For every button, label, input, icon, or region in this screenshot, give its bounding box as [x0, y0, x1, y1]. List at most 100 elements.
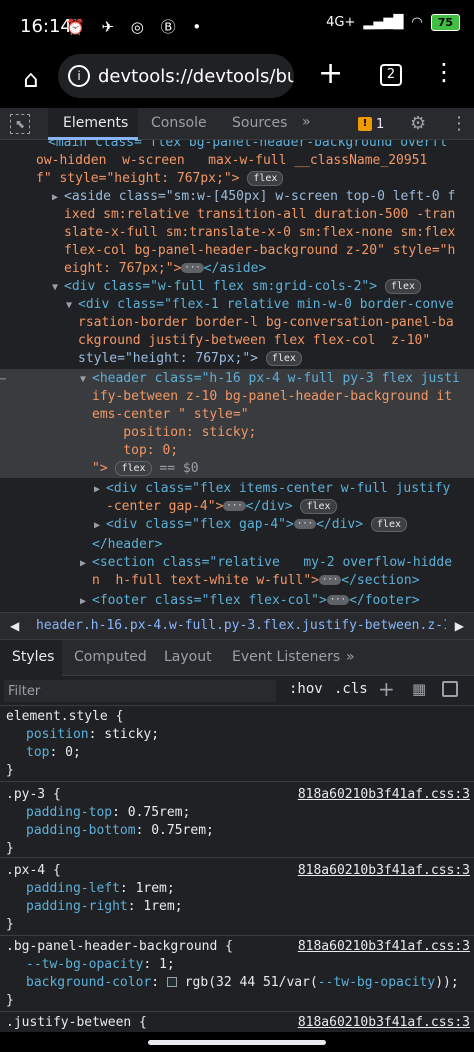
- more-menu-icon[interactable]: ⋮: [432, 58, 456, 86]
- dom-line[interactable]: ixed sm:relative transition-all duration…: [64, 206, 474, 224]
- collapsed-ellipsis[interactable]: ···: [293, 519, 317, 529]
- system-nav-bar: [0, 1032, 474, 1052]
- tab-sources[interactable]: Sources: [232, 115, 287, 131]
- dom-node-div[interactable]: ▶ <div class="flex items-center w-full ju…: [94, 480, 474, 499]
- collapsed-ellipsis[interactable]: ···: [326, 595, 350, 605]
- dom-line[interactable]: "> flex == $0: [92, 460, 474, 478]
- rule-selector[interactable]: element.style {: [6, 708, 123, 726]
- rule-declaration[interactable]: background-color: rgb(32 44 51/var(--tw-…: [26, 974, 459, 992]
- address-bar[interactable]: i devtools://devtools/bu: [58, 54, 294, 98]
- dom-line[interactable]: </header>: [92, 536, 474, 554]
- dom-line[interactable]: slate-x-full sm:translate-x-0 sm:flex-no…: [64, 224, 474, 242]
- battery-icon: 75: [430, 14, 460, 31]
- breadcrumb-path[interactable]: header.h-16.px-4.w-full.py-3.flex.justif…: [36, 618, 446, 633]
- rule-declaration[interactable]: padding-top: 0.75rem;: [26, 804, 190, 822]
- more-tabs-icon[interactable]: »: [346, 649, 355, 665]
- dom-line[interactable]: eight: 767px;"> ··· </aside>: [64, 260, 474, 278]
- rule-close: }: [6, 841, 14, 856]
- rule-source-link[interactable]: 818a60210b3f41af.css:3: [298, 862, 470, 880]
- home-gesture-pill[interactable]: [148, 1040, 326, 1045]
- rule-bg-panel-header-background: .bg-panel-header-background { 818a60210b…: [0, 936, 474, 1012]
- rule-declaration[interactable]: padding-right: 1rem;: [26, 898, 183, 916]
- dom-node-div[interactable]: ▼ <div class="flex-1 relative min-w-0 bor…: [66, 296, 474, 315]
- flex-badge[interactable]: flex: [115, 461, 152, 476]
- flex-badge[interactable]: flex: [370, 517, 407, 532]
- dom-line[interactable]: ckground justify-between flex flex-col z…: [78, 332, 474, 350]
- dom-line[interactable]: flex-col bg-panel-header-background z-20…: [64, 242, 474, 260]
- issues-counter[interactable]: ! 1: [352, 114, 390, 134]
- dom-line[interactable]: top: 0;: [92, 442, 474, 460]
- network-label: 4G+: [326, 15, 356, 30]
- gear-icon[interactable]: ⚙: [410, 113, 426, 134]
- rendering-emulation-icon[interactable]: ▦: [412, 680, 426, 698]
- more-tabs-icon[interactable]: »: [302, 114, 311, 130]
- dom-line[interactable]: -center gap-4"> ··· </div> flex: [106, 498, 474, 516]
- dom-line[interactable]: ow-hidden w-screen max-w-full __classNam…: [36, 152, 474, 170]
- home-icon[interactable]: ⌂: [14, 62, 48, 96]
- tab-elements[interactable]: Elements: [63, 115, 128, 131]
- devtools-menu-icon[interactable]: ⋮: [450, 113, 468, 134]
- signal-icon: ▂▄▆█: [363, 15, 404, 30]
- dom-line[interactable]: style="height: 767px;"> flex: [78, 350, 474, 368]
- scroll-right-icon[interactable]: ▶: [455, 619, 464, 633]
- rule-declaration[interactable]: position: sticky;: [26, 726, 159, 744]
- dom-line[interactable]: position: sticky;: [92, 424, 474, 442]
- toggle-sidebar-icon[interactable]: [442, 681, 458, 697]
- rule-source-link[interactable]: 818a60210b3f41af.css:3: [298, 938, 470, 956]
- tab-styles[interactable]: Styles: [12, 649, 54, 665]
- rule-selector[interactable]: .py-3 {: [6, 786, 61, 804]
- rule-declaration[interactable]: top: 0;: [26, 744, 81, 762]
- flex-badge[interactable]: flex: [384, 279, 421, 294]
- color-swatch[interactable]: [166, 977, 177, 987]
- collapsed-ellipsis[interactable]: ···: [181, 263, 204, 273]
- rule-element-style: element.style { position: sticky; top: 0…: [0, 706, 474, 782]
- rule-declaration[interactable]: padding-left: 1rem;: [26, 880, 175, 898]
- tab-computed[interactable]: Computed: [74, 649, 147, 665]
- dom-line[interactable]: ems-center " style=": [92, 406, 474, 424]
- expand-triangle-icon: ▶: [80, 558, 87, 569]
- collapsed-ellipsis[interactable]: ···: [318, 575, 342, 585]
- issues-count: 1: [376, 116, 385, 132]
- tab-layout[interactable]: Layout: [164, 649, 212, 665]
- dom-line[interactable]: f" style="height: 767px;"> flex: [36, 170, 474, 188]
- rule-selector[interactable]: .justify-between {: [6, 1014, 147, 1032]
- rule-declaration[interactable]: --tw-bg-opacity: 1;: [26, 956, 175, 974]
- rule-source-link[interactable]: 818a60210b3f41af.css:3: [298, 786, 470, 804]
- new-tab-icon[interactable]: +: [318, 56, 343, 91]
- scroll-left-icon[interactable]: ◀: [10, 619, 19, 633]
- dom-line[interactable]: n h-full text-white w-full"> ··· </section…: [92, 572, 474, 590]
- rule-selector[interactable]: .bg-panel-header-background {: [6, 938, 233, 956]
- filter-input[interactable]: [4, 680, 276, 702]
- flex-badge[interactable]: flex: [265, 351, 302, 366]
- dom-tree[interactable]: ⋯ <main class="flex bg-panel-header-back…: [0, 140, 474, 612]
- rule-declaration[interactable]: padding-bottom: 0.75rem;: [26, 822, 214, 840]
- cls-toggle[interactable]: .cls: [334, 681, 368, 697]
- tab-console[interactable]: Console: [151, 115, 207, 131]
- flex-badge[interactable]: flex: [247, 171, 284, 186]
- dom-node-aside[interactable]: ▶ <aside class="sm:w-[450px] w-screen top…: [52, 188, 474, 207]
- dom-line[interactable]: <main class="flex bg-panel-header-backgr…: [48, 140, 474, 152]
- dom-node-div[interactable]: ▼ <div class="w-full flex sm:grid-cols-2"…: [52, 278, 474, 297]
- filter-bar: :hov .cls + ▦: [0, 676, 474, 706]
- rule-justify-between: .justify-between { 818a60210b3f41af.css:…: [0, 1012, 474, 1032]
- notification-icons: ⏰ ✈ ◎ Ⓑ •: [66, 18, 208, 36]
- dom-line[interactable]: rsation-border border-l bg-conversation-…: [78, 314, 474, 332]
- hov-toggle[interactable]: :hov: [289, 681, 323, 697]
- rule-selector[interactable]: .px-4 {: [6, 862, 61, 880]
- inspect-element-icon[interactable]: ⬉: [10, 114, 30, 134]
- devtools-tabbar: ⬉ Elements Console Sources » ! 1 ⚙ ⋮: [0, 108, 474, 140]
- dom-node-section[interactable]: ▶ <section class="relative my-2 overflow-…: [80, 554, 474, 573]
- tab-event-listeners[interactable]: Event Listeners: [232, 649, 340, 665]
- collapsed-ellipsis[interactable]: ···: [223, 501, 246, 511]
- rule-source-link[interactable]: 818a60210b3f41af.css:3: [298, 1014, 470, 1032]
- dom-node-footer[interactable]: ▶ <footer class="flex flex-col"> ··· </foot…: [80, 592, 474, 611]
- rule-close: }: [6, 917, 14, 932]
- new-rule-icon[interactable]: +: [378, 677, 395, 701]
- dom-line[interactable]: ify-between z-10 bg-panel-header-backgro…: [92, 388, 474, 406]
- tab-switcher-button[interactable]: 2: [380, 64, 402, 86]
- rule-close: }: [6, 993, 14, 1008]
- flex-badge[interactable]: flex: [300, 499, 337, 514]
- info-icon[interactable]: i: [68, 65, 90, 87]
- dom-node-div[interactable]: ▶ <div class="flex gap-4"> ··· </div> flex: [94, 516, 474, 535]
- dom-node-header-selected[interactable]: ▼ <header class="h-16 px-4 w-full py-3 fl…: [80, 370, 474, 389]
